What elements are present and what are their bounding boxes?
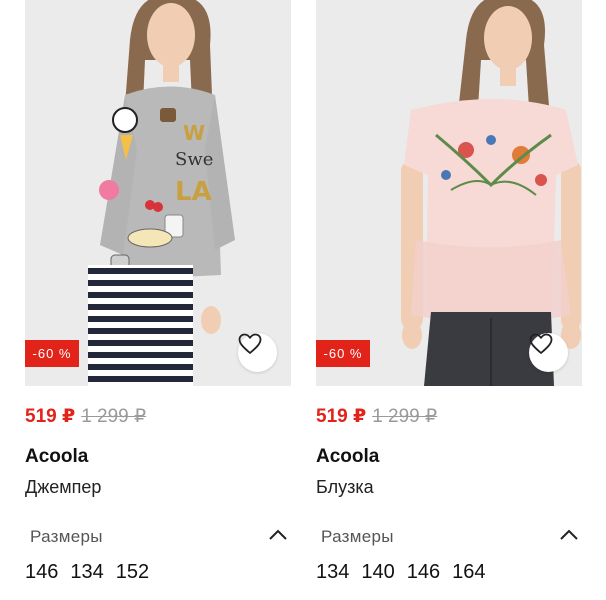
product-image bbox=[316, 0, 582, 386]
favorite-button[interactable] bbox=[238, 333, 277, 372]
favorite-button[interactable] bbox=[529, 333, 568, 372]
size-option[interactable]: 152 bbox=[116, 561, 149, 584]
size-option[interactable]: 146 bbox=[407, 561, 440, 584]
brand-name[interactable]: Acoola bbox=[316, 446, 379, 468]
product-photo[interactable]: -60 % bbox=[316, 0, 582, 386]
chevron-up-icon[interactable] bbox=[557, 525, 581, 545]
size-list: 134 140 146 164 bbox=[316, 561, 486, 584]
svg-text:LA: LA bbox=[175, 177, 212, 207]
price-block: 519 ₽1 299 ₽ bbox=[25, 405, 146, 431]
sizes-label: Размеры bbox=[30, 527, 103, 546]
price-block: 519 ₽1 299 ₽ bbox=[316, 405, 437, 431]
size-list: 146 134 152 bbox=[25, 561, 149, 584]
sizes-label: Размеры bbox=[321, 527, 394, 546]
size-option[interactable]: 140 bbox=[361, 561, 394, 584]
heart-icon bbox=[238, 333, 262, 354]
size-option[interactable]: 146 bbox=[25, 561, 58, 584]
discount-badge: -60 % bbox=[25, 340, 79, 367]
size-option[interactable]: 134 bbox=[316, 561, 349, 584]
old-price: 1 299 ₽ bbox=[372, 406, 438, 427]
discount-badge: -60 % bbox=[316, 340, 370, 367]
sale-price: 519 ₽ bbox=[316, 406, 367, 427]
sale-price: 519 ₽ bbox=[25, 406, 76, 427]
product-image: W Swe LA bbox=[25, 0, 291, 386]
svg-text:Swe: Swe bbox=[175, 149, 213, 170]
product-card[interactable]: -60 % 519 ₽1 299 ₽ Acoola Блузка Размеры… bbox=[316, 0, 582, 600]
chevron-up-icon[interactable] bbox=[266, 525, 290, 545]
brand-name[interactable]: Acoola bbox=[25, 446, 88, 468]
size-option[interactable]: 134 bbox=[70, 561, 103, 584]
old-price: 1 299 ₽ bbox=[81, 406, 147, 427]
product-type[interactable]: Джемпер bbox=[25, 477, 101, 498]
heart-icon bbox=[529, 333, 553, 354]
svg-text:W: W bbox=[183, 121, 205, 145]
product-photo[interactable]: W Swe LA -60 % bbox=[25, 0, 291, 386]
product-type[interactable]: Блузка bbox=[316, 477, 374, 498]
size-option[interactable]: 164 bbox=[452, 561, 485, 584]
product-card[interactable]: W Swe LA -60 % 519 ₽ 1 299 ₽ Acoola Джем… bbox=[25, 0, 291, 600]
